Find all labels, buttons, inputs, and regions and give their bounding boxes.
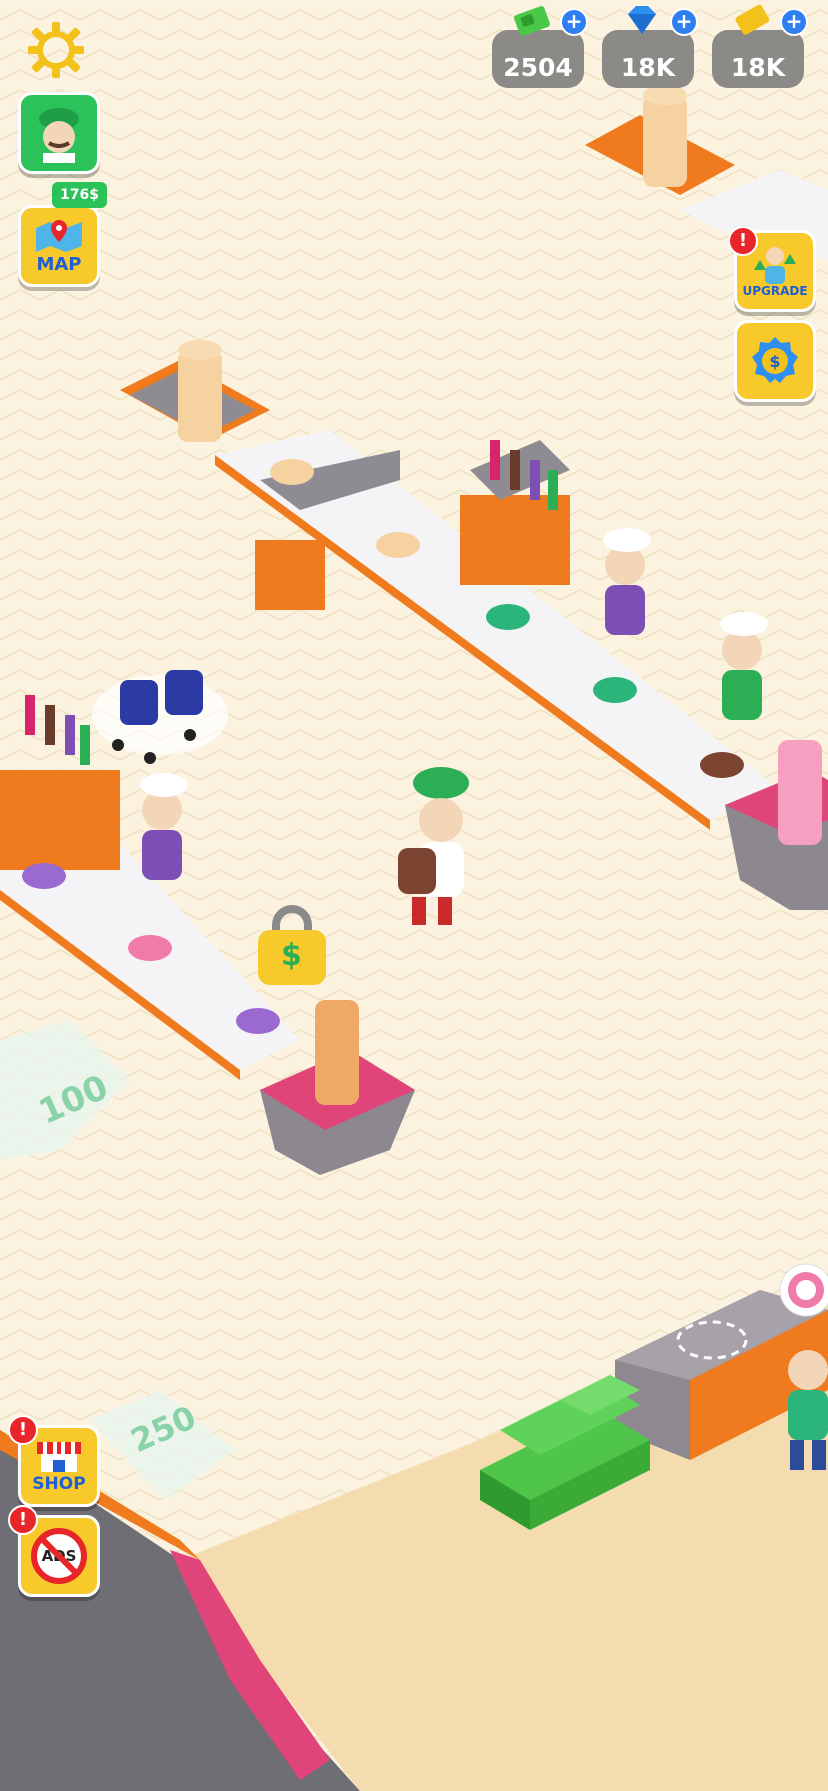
gems-counter-display[interactable]: + 18K	[602, 6, 698, 88]
ads-alert-badge: !	[8, 1505, 38, 1535]
upgrade-label: UPGRADE	[742, 284, 808, 298]
tickets-counter-display[interactable]: + 18K	[712, 4, 808, 88]
gem-icon	[628, 6, 656, 34]
shop-label: SHOP	[32, 1474, 86, 1494]
coin-badge-icon: $	[752, 337, 798, 383]
shop-alert-badge: !	[8, 1415, 38, 1445]
map-button[interactable]: MAP	[18, 205, 100, 287]
add-gems-button[interactable]: +	[670, 8, 698, 36]
tickets-value: 18K	[730, 53, 786, 82]
map-label: MAP	[36, 253, 82, 275]
gear-icon	[28, 22, 84, 78]
gems-value: 18K	[620, 53, 676, 82]
upgrade-alert-badge: !	[728, 226, 758, 256]
map-pin-icon	[36, 219, 82, 252]
add-tickets-button[interactable]: +	[780, 8, 808, 36]
map-badge-text: 176$	[60, 187, 99, 203]
add-cash-button[interactable]: +	[560, 8, 588, 36]
coin-boost-button[interactable]: $	[734, 320, 816, 402]
no-ads-icon: ADS	[31, 1528, 87, 1584]
cash-counter-display[interactable]: + 2504	[492, 6, 588, 88]
game-scene	[0, 0, 828, 1791]
settings-button[interactable]	[22, 16, 90, 84]
cash-icon	[514, 6, 550, 36]
chef-avatar-icon	[39, 108, 79, 163]
shop-awning-icon	[37, 1442, 81, 1472]
profile-button[interactable]	[18, 92, 100, 174]
ticket-icon	[735, 4, 770, 35]
padlock-dollar-sign: $	[281, 938, 302, 973]
map-badge: 176$	[52, 182, 107, 208]
worker-upgrade-icon	[754, 247, 796, 284]
cash-value: 2504	[503, 53, 573, 82]
svg-text:$: $	[769, 352, 780, 371]
